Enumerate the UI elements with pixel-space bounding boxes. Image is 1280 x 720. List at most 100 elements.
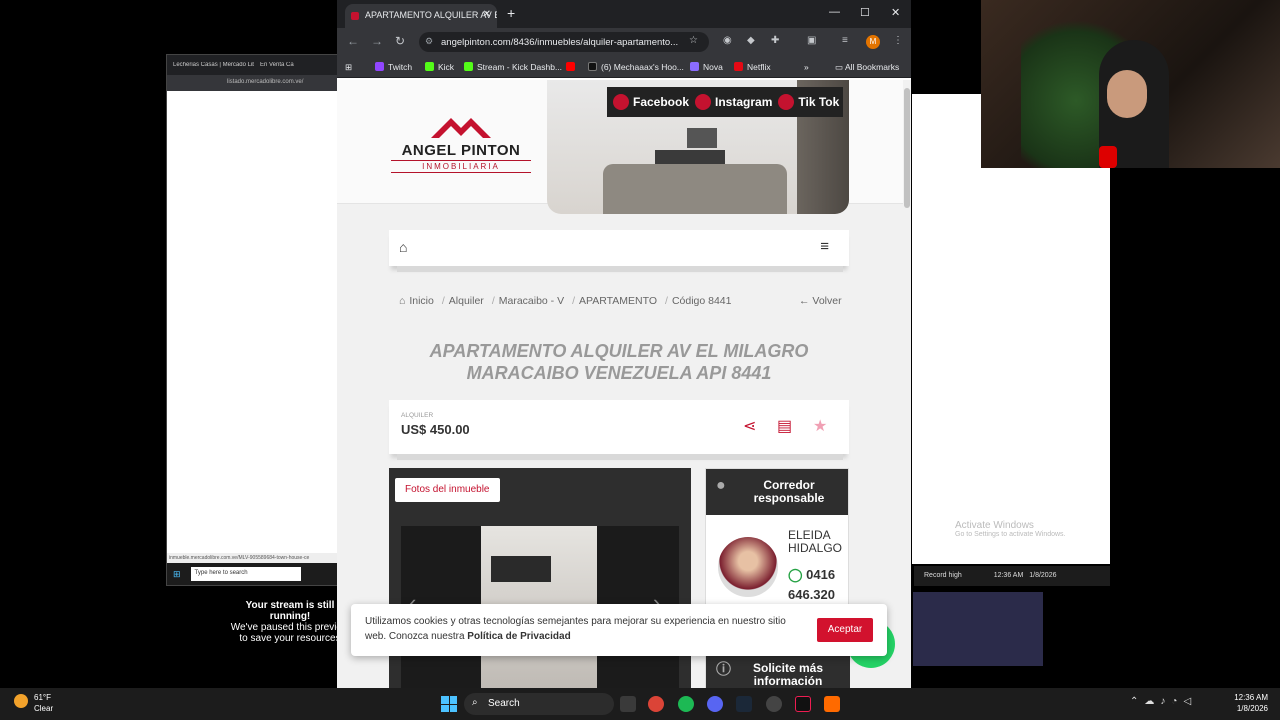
clock-date: 1/8/2026 — [1236, 704, 1268, 713]
system-clock[interactable]: 12:36 AM 1/8/2026 — [1226, 692, 1268, 714]
scrollbar-thumb[interactable] — [904, 88, 910, 208]
back-link[interactable]: ← Volver — [799, 295, 842, 307]
background-address-bar[interactable]: listado.mercadolibre.com.ve/ — [167, 75, 341, 91]
hero-fireplace — [687, 128, 717, 148]
agent-phone[interactable]: ◯ 0416 646.320 — [788, 565, 850, 605]
print-icon[interactable]: ▤ — [777, 416, 792, 436]
clock-time: 12:36 AM — [1234, 693, 1268, 702]
instagram-link[interactable]: Instagram — [695, 94, 772, 110]
weather-sun-icon — [14, 694, 28, 708]
profile-avatar[interactable]: M — [866, 35, 880, 49]
page-scrollbar[interactable] — [903, 80, 911, 688]
weather-temp: 61°F — [34, 693, 51, 702]
bookmark-nova[interactable]: Nova — [690, 62, 723, 72]
volume-icon[interactable]: ◁ — [1183, 696, 1197, 707]
close-tab-icon[interactable]: ✕ — [483, 9, 491, 20]
activate-title: Activate Windows — [955, 520, 1034, 531]
facebook-link[interactable]: Facebook — [613, 94, 689, 110]
bookmark-kick[interactable]: Kick — [425, 62, 454, 72]
back-icon[interactable]: ← — [347, 34, 359, 48]
bookmark-twitch[interactable]: Twitch — [375, 62, 412, 72]
background-tab[interactable]: En Venta Ca — [260, 62, 341, 68]
stream-paused-body: We've paused this preview to save your r… — [230, 622, 350, 644]
privacy-policy-link[interactable]: Política de Privacidad — [467, 631, 570, 642]
accept-cookies-button[interactable]: Aceptar — [817, 618, 873, 642]
maximize-button[interactable]: ☐ — [860, 6, 870, 19]
listing-title-line1: APARTAMENTO ALQUILER AV EL MILAGRO — [429, 341, 809, 361]
breadcrumb-city[interactable]: Maracaibo - V — [499, 295, 564, 307]
site-favicon-icon — [351, 12, 359, 20]
mic-icon[interactable]: ♪ — [1160, 696, 1171, 707]
hero-sofa — [603, 164, 787, 214]
app-icon[interactable] — [824, 696, 840, 712]
site-info-icon[interactable]: ⚙ — [425, 36, 433, 47]
weather-widget[interactable]: 61°F Clear — [14, 692, 53, 714]
steam-icon[interactable] — [736, 696, 752, 712]
favorite-star-icon[interactable]: ★ — [813, 416, 827, 436]
bookmark-x[interactable]: (6) Mechaaax's Hoo... — [588, 62, 684, 72]
price-card: ALQUILER US$ 450.00 ⋖ ▤ ★ — [389, 400, 849, 454]
photos-button[interactable]: Fotos del inmueble — [395, 478, 500, 502]
apps-grid-icon[interactable]: ⊞ — [345, 62, 352, 73]
tiktok-app-icon[interactable] — [795, 696, 811, 712]
active-tab[interactable]: APARTAMENTO ALQUILER AV EL ✕ — [345, 4, 497, 28]
angel-pinton-logo[interactable]: ANGEL PINTON INMOBILIARIA — [391, 116, 531, 176]
tab-title: APARTAMENTO ALQUILER AV EL — [365, 10, 497, 20]
forward-icon[interactable]: → — [371, 34, 383, 48]
arrow-left-icon: ← — [799, 295, 813, 307]
webcam-overlay — [981, 0, 1280, 168]
stream-preview-search: Type here to search — [190, 567, 301, 581]
discord-icon[interactable] — [707, 696, 723, 712]
reload-icon[interactable]: ↻ — [395, 34, 405, 48]
share-icon[interactable]: ⋖ — [743, 416, 756, 436]
close-window-button[interactable]: ✕ — [891, 6, 900, 19]
background-browser-window: Lecherias Casas | Mercado Libre En Venta… — [166, 54, 342, 586]
bookmark-kick-dashboard[interactable]: Stream - Kick Dashb... — [464, 62, 562, 72]
background-tab[interactable]: Lecherias Casas | Mercado Libre — [173, 62, 254, 68]
extension-shield-icon[interactable]: ◉ — [723, 35, 732, 46]
streamer-avatar-overlay — [913, 592, 1043, 666]
start-button[interactable] — [441, 696, 457, 712]
more-bookmarks-chevron-icon[interactable]: » — [804, 62, 809, 72]
record-high-label: Record high — [924, 572, 962, 579]
breadcrumb-type[interactable]: APARTAMENTO — [579, 295, 657, 307]
agent-avatar — [718, 537, 778, 597]
kick-icon — [464, 62, 473, 71]
obs-icon[interactable] — [766, 696, 782, 712]
taskbar-search[interactable]: ⌕ Search — [464, 693, 614, 715]
nova-icon — [690, 62, 699, 71]
system-tray[interactable]: ⌃☁♪◔◁ — [1130, 696, 1197, 707]
windows-logo-icon: ⊞ — [173, 568, 181, 579]
stream-preview-taskbar: ⊞ Type here to search — [167, 563, 341, 585]
extensions-puzzle-icon[interactable]: ✚ — [771, 35, 779, 46]
tab-strip: APARTAMENTO ALQUILER AV EL ✕ + — ☐ ✕ — [337, 0, 911, 28]
bookmark-netflix[interactable]: Netflix — [734, 62, 771, 72]
user-icon: ● — [716, 477, 726, 494]
windows-taskbar: 61°F Clear ⌕ Search ⌃☁♪◔◁ 12:36 AM 1/8/2… — [0, 688, 1280, 720]
task-view-icon[interactable] — [620, 696, 636, 712]
tray-chevron-icon[interactable]: ⌃ — [1130, 696, 1144, 707]
menu-kebab-icon[interactable]: ⋮ — [893, 35, 903, 46]
home-icon[interactable]: ⌂ — [399, 239, 407, 255]
instagram-icon — [695, 94, 712, 110]
minimize-button[interactable]: — — [829, 6, 840, 18]
extension-icon[interactable]: ◆ — [747, 35, 755, 46]
breadcrumb-alquiler[interactable]: Alquiler — [449, 295, 484, 307]
chrome-icon[interactable] — [648, 696, 664, 712]
search-tabs-icon[interactable]: ▣ — [807, 35, 816, 46]
network-icon[interactable]: ☁ — [1144, 696, 1160, 707]
tiktok-link[interactable]: Tik Tok — [778, 94, 839, 110]
address-bar[interactable]: ⚙ angelpinton.com/8436/inmuebles/alquile… — [419, 32, 709, 52]
bookmark-star-icon[interactable]: ☆ — [689, 35, 698, 46]
breadcrumb-code: Código 8441 — [671, 295, 732, 307]
wifi-icon[interactable]: ◔ — [1171, 696, 1183, 707]
media-control-icon[interactable]: ≡ — [842, 35, 848, 46]
new-tab-button[interactable]: + — [507, 5, 515, 21]
all-bookmarks-folder[interactable]: ▭ All Bookmarks — [835, 62, 899, 73]
bookmark-youtube[interactable] — [566, 62, 579, 72]
spotify-icon[interactable] — [678, 696, 694, 712]
breadcrumb-inicio[interactable]: Inicio — [409, 295, 434, 307]
site-header: ANGEL PINTON INMOBILIARIA Facebook Insta… — [337, 80, 903, 214]
request-info-header[interactable]: ⓘ Solicite más información — [706, 655, 850, 688]
hamburger-menu-icon[interactable]: ≡ — [820, 238, 829, 255]
